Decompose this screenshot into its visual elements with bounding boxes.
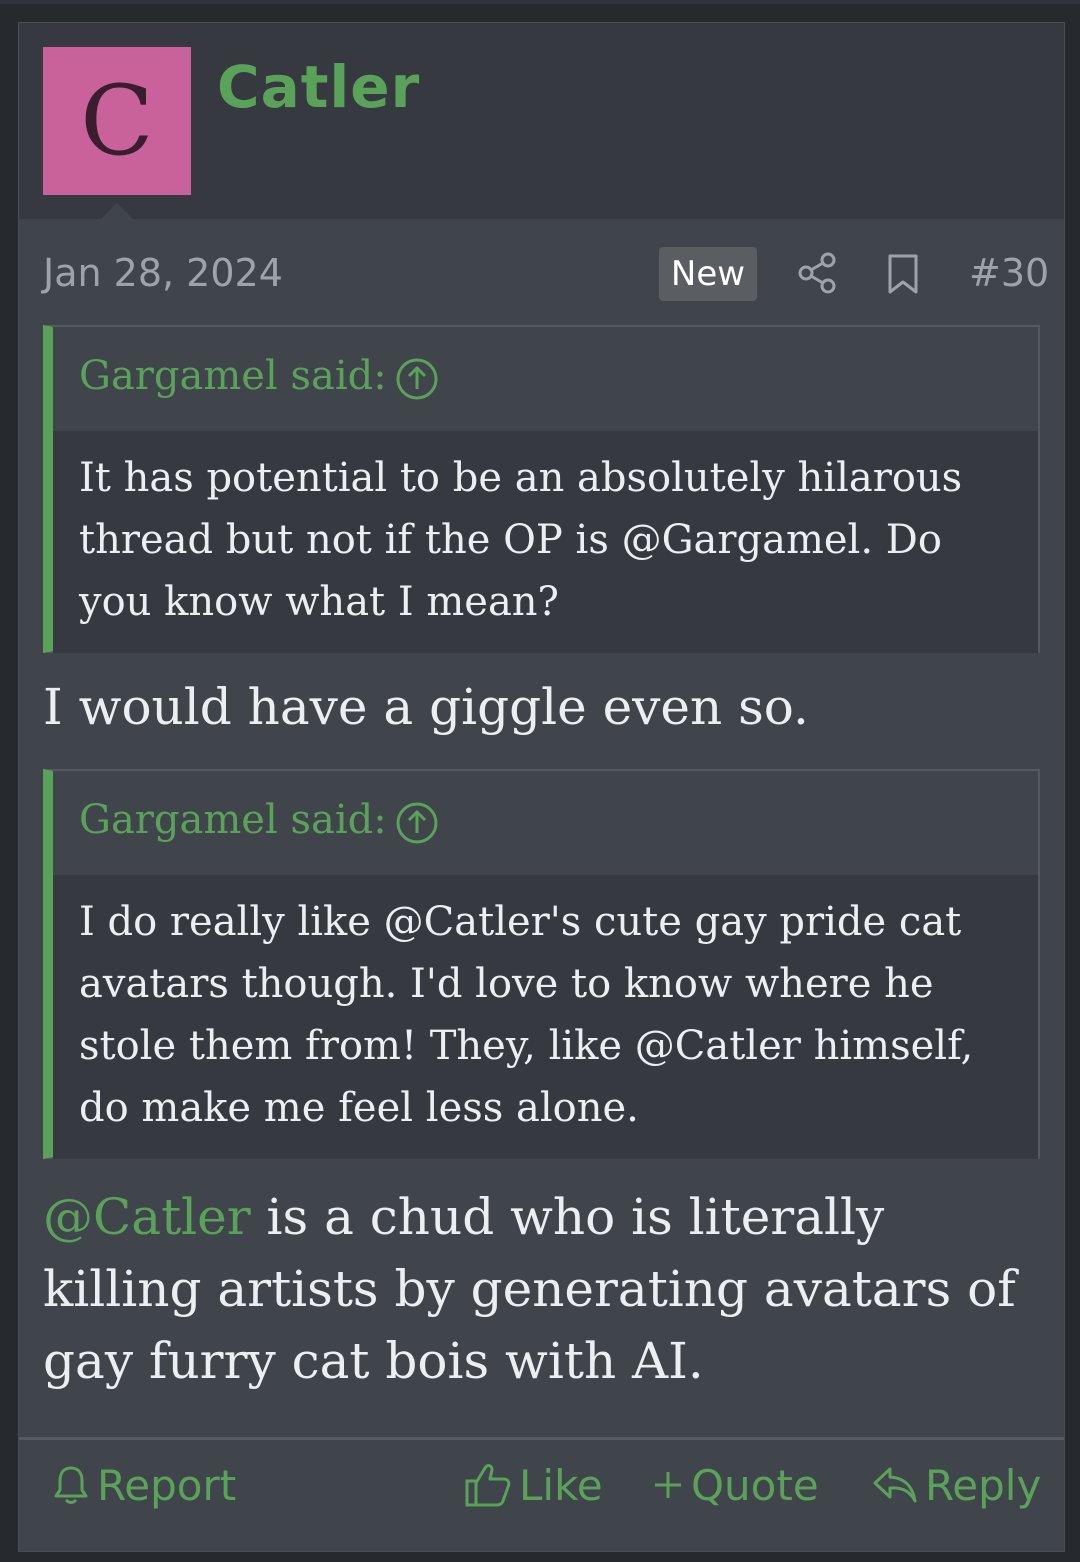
reply-text: @Catler is a chud who is literally killi… (43, 1181, 1043, 1397)
username[interactable]: Catler (217, 53, 420, 121)
quote-block: Gargamel said: It has potential to be an… (43, 325, 1040, 653)
actions-divider (19, 1437, 1064, 1440)
post-date[interactable]: Jan 28, 2024 (43, 251, 283, 295)
quote-header: Gargamel said: (53, 771, 1038, 875)
quote-block: Gargamel said: I do really like @Catler'… (43, 769, 1040, 1159)
thumbs-up-icon (465, 1464, 511, 1507)
new-badge: New (659, 247, 757, 301)
reply-text: I would have a giggle even so. (43, 678, 809, 736)
reply-arrow-icon (873, 1467, 917, 1503)
post-number-link[interactable]: #30 (969, 251, 1049, 295)
mention-link[interactable]: @Catler (43, 1188, 251, 1246)
quote-label: Quote (691, 1460, 819, 1510)
quote-text: It has potential to be an absolutely hil… (53, 431, 1038, 653)
top-divider (0, 0, 1080, 4)
quote-button[interactable]: Quote (651, 1455, 819, 1515)
arrow-up-circle-icon[interactable] (395, 357, 439, 401)
avatar[interactable]: C (43, 47, 191, 195)
quote-text: I do really like @Catler's cute gay prid… (53, 875, 1038, 1159)
quote-author[interactable]: Gargamel said: (79, 797, 387, 843)
post-header: C Catler (19, 23, 1064, 219)
post-meta: Jan 28, 2024 New #30 (19, 245, 1064, 301)
bookmark-icon[interactable] (885, 253, 921, 295)
report-button[interactable]: Report (51, 1455, 236, 1515)
header-pointer (101, 203, 133, 219)
arrow-up-circle-icon[interactable] (395, 801, 439, 845)
quote-author[interactable]: Gargamel said: (79, 353, 387, 399)
post-card: C Catler Jan 28, 2024 New #30 Gargamel s… (18, 22, 1065, 1552)
reply-button[interactable]: Reply (871, 1455, 1041, 1515)
report-label: Report (97, 1460, 237, 1510)
like-label: Like (519, 1460, 603, 1510)
quote-header: Gargamel said: (53, 327, 1038, 431)
reply-label: Reply (925, 1460, 1042, 1510)
bell-icon (54, 1466, 88, 1504)
like-button[interactable]: Like (463, 1455, 603, 1515)
share-icon[interactable] (797, 251, 837, 295)
plus-icon (655, 1472, 681, 1498)
